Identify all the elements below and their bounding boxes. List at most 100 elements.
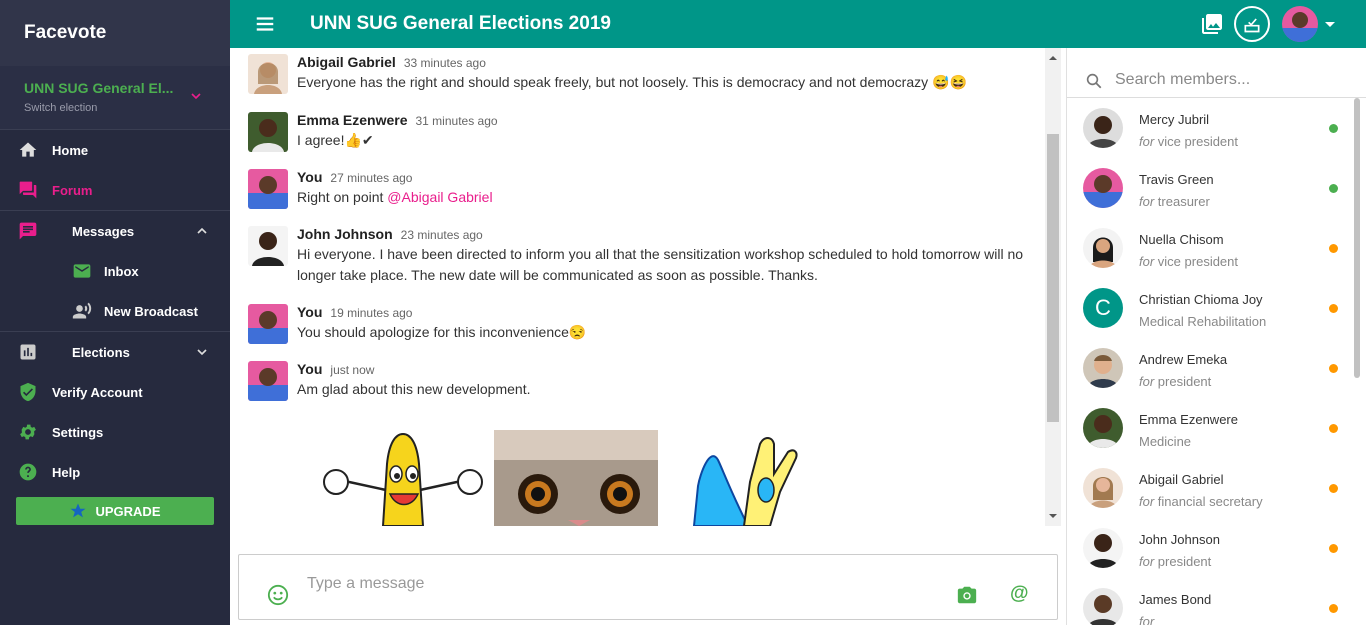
sidebar-item-label: Help <box>52 464 81 480</box>
chevron-down-icon <box>197 349 207 356</box>
sidebar-item-verify-account[interactable]: Verify Account <box>0 372 230 412</box>
home-icon <box>19 142 37 157</box>
members-panel: Mercy Jubril for vice president Travis G… <box>1066 48 1366 625</box>
dancing-banana-sticker[interactable] <box>320 430 486 526</box>
message-text: Everyone has the right and should speak … <box>297 74 967 90</box>
verified-shield-icon <box>20 382 36 402</box>
member-search-bar <box>1067 48 1366 98</box>
message-author[interactable]: You <box>297 169 322 185</box>
election-name: UNN SUG General El... <box>24 80 174 96</box>
sidebar-item-inbox[interactable]: Inbox <box>0 251 230 291</box>
chat-scrollbar[interactable] <box>1045 48 1061 526</box>
user-avatar[interactable] <box>1282 6 1318 42</box>
scroll-up-arrow-icon[interactable] <box>1045 50 1061 66</box>
avatar <box>1083 228 1123 268</box>
message-input[interactable] <box>307 573 907 595</box>
member-role-prefix: for <box>1139 554 1155 569</box>
election-switch-label: Switch election <box>24 102 98 114</box>
message-author[interactable]: You <box>297 304 322 320</box>
hamburger-menu-icon[interactable] <box>254 13 276 35</box>
member-role-prefix: for <box>1139 254 1155 269</box>
member-item[interactable]: Nuella Chisom for vice president <box>1083 228 1353 288</box>
avatar[interactable] <box>248 361 288 401</box>
member-name: Nuella Chisom <box>1139 232 1224 247</box>
message-time: 27 minutes ago <box>330 171 413 185</box>
avatar[interactable] <box>248 54 288 94</box>
member-item[interactable]: Mercy Jubril for vice president <box>1083 108 1353 168</box>
member-role-text: treasurer <box>1157 194 1210 209</box>
message-text: I agree!👍✔ <box>297 132 374 148</box>
sticker-attachments <box>320 430 814 526</box>
member-name: James Bond <box>1139 592 1212 607</box>
photo-library-icon[interactable] <box>1200 12 1224 36</box>
star-icon <box>70 503 86 518</box>
avatar <box>1083 528 1123 568</box>
member-item[interactable]: Andrew Emeka for president <box>1083 348 1353 408</box>
member-search-input[interactable] <box>1115 68 1335 92</box>
sidebar-item-help[interactable]: Help <box>0 452 230 492</box>
sidebar-item-home[interactable]: Home <box>0 130 230 170</box>
election-switcher[interactable]: UNN SUG General El... Switch election <box>0 66 230 130</box>
member-item[interactable]: James Bond for <box>1083 588 1353 625</box>
sidebar-item-messages[interactable]: Messages <box>0 211 230 251</box>
member-role-text: financial secretary <box>1157 494 1263 509</box>
message-body: Abigail Gabriel 33 minutes ago Everyone h… <box>297 54 1032 94</box>
member-role-prefix: for <box>1139 494 1155 509</box>
member-role-prefix: for <box>1139 374 1155 389</box>
upgrade-label: UPGRADE <box>95 503 161 519</box>
message-author[interactable]: Abigail Gabriel <box>297 54 396 70</box>
message-time: 23 minutes ago <box>400 228 483 242</box>
chat-message: John Johnson 23 minutes ago Hi everyone. … <box>248 226 1032 286</box>
member-role-prefix: for <box>1139 194 1155 209</box>
avatar[interactable] <box>248 112 288 152</box>
mention-icon[interactable]: @ <box>1010 584 1030 604</box>
member-item[interactable]: John Johnson for president <box>1083 528 1353 588</box>
members-scroll-thumb[interactable] <box>1354 98 1360 378</box>
sidebar-item-settings[interactable]: Settings <box>0 412 230 452</box>
sidebar-item-elections[interactable]: Elections <box>0 332 230 372</box>
ballot-box-icon <box>1244 18 1260 33</box>
mention-link[interactable]: @Abigail Gabriel <box>387 189 492 205</box>
scroll-thumb[interactable] <box>1047 134 1059 422</box>
sidebar-item-forum[interactable]: Forum <box>0 170 230 210</box>
high-five-sticker[interactable] <box>674 430 814 526</box>
message-time: just now <box>330 363 375 377</box>
caret-down-icon[interactable] <box>1324 18 1336 30</box>
message-text-plain: Right on point <box>297 189 388 205</box>
message-author[interactable]: Emma Ezenwere <box>297 112 408 128</box>
emoji-icon[interactable] <box>267 584 289 606</box>
scroll-down-arrow-icon[interactable] <box>1045 508 1061 524</box>
status-away-dot <box>1329 484 1338 493</box>
surprised-cat-sticker[interactable] <box>494 430 658 526</box>
avatar[interactable] <box>248 226 288 266</box>
message-author[interactable]: John Johnson <box>297 226 393 242</box>
vote-button[interactable] <box>1234 6 1270 42</box>
member-item[interactable]: Abigail Gabriel for financial secretary <box>1083 468 1353 528</box>
avatar <box>1083 468 1123 508</box>
message-author[interactable]: You <box>297 361 322 377</box>
chat-message: You 19 minutes ago You should apologize f… <box>248 304 1032 344</box>
member-role: for vice president <box>1139 254 1238 269</box>
member-role: for treasurer <box>1139 194 1210 209</box>
status-online-dot <box>1329 184 1338 193</box>
camera-icon[interactable] <box>956 584 978 606</box>
message-text: Am glad about this new development. <box>297 381 531 397</box>
message-icon <box>19 222 37 240</box>
upgrade-button[interactable]: UPGRADE <box>16 497 214 525</box>
chat-message: Emma Ezenwere 31 minutes ago I agree!👍✔ <box>248 112 1032 152</box>
member-role: Medical Rehabilitation <box>1139 314 1267 329</box>
member-name: Christian Chioma Joy <box>1139 292 1263 307</box>
member-item[interactable]: C Christian Chioma Joy Medical Rehabilit… <box>1083 288 1353 348</box>
member-role: for <box>1139 614 1154 625</box>
sidebar-item-label: Messages <box>72 223 135 239</box>
message-body: You 27 minutes ago Right on point @Abigai… <box>297 169 1032 209</box>
sidebar-item-new-broadcast[interactable]: New Broadcast <box>0 291 230 331</box>
avatar[interactable] <box>248 169 288 209</box>
member-item[interactable]: Travis Green for treasurer <box>1083 168 1353 228</box>
help-icon <box>19 463 37 481</box>
brand-logo[interactable]: Facevote <box>0 0 230 66</box>
member-item[interactable]: Emma Ezenwere Medicine <box>1083 408 1353 468</box>
avatar[interactable] <box>248 304 288 344</box>
member-role-text: president <box>1157 554 1212 569</box>
app: Facevote UNN SUG General El... Switch el… <box>0 0 1366 625</box>
